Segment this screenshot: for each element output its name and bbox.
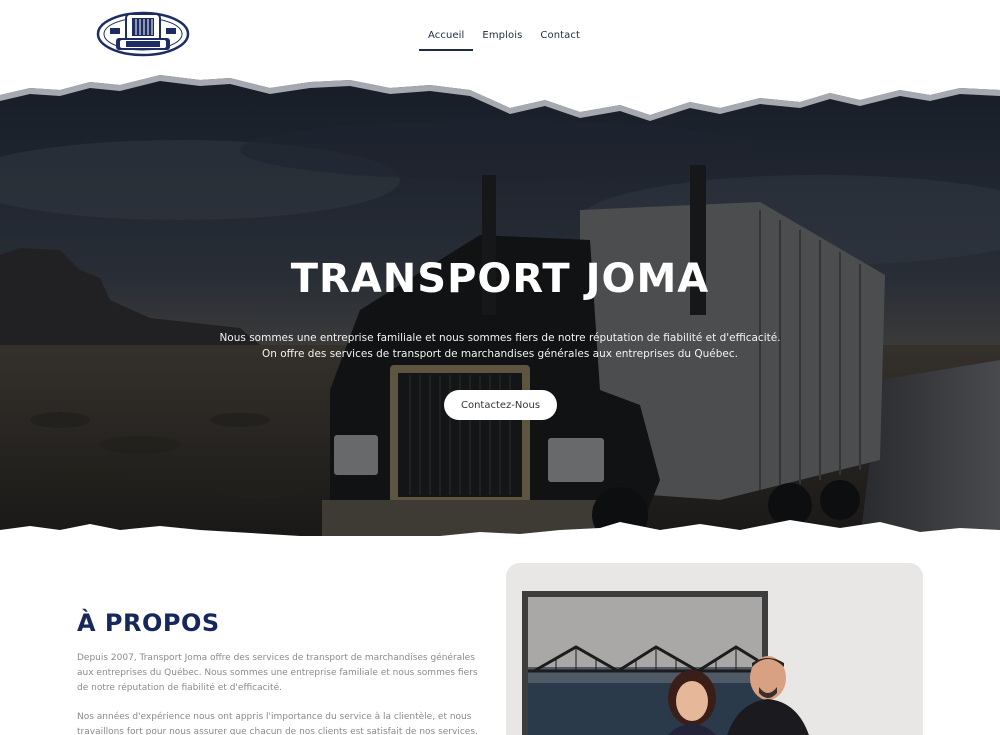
nav-item-accueil[interactable]: Accueil bbox=[419, 24, 474, 51]
owners-photo bbox=[506, 563, 923, 735]
page: TRANSPORT JOMA Nous sommes une entrepris… bbox=[0, 0, 1000, 735]
about-title: À PROPOS bbox=[77, 609, 220, 637]
transport-joma-logo[interactable] bbox=[96, 8, 190, 58]
hero-title: TRANSPORT JOMA bbox=[290, 256, 710, 302]
about-paragraph-1: Depuis 2007, Transport Joma offre des se… bbox=[77, 653, 478, 693]
hero-tagline-line-2: On offre des services de transport de ma… bbox=[261, 348, 739, 360]
nav-item-emplois[interactable]: Emplois bbox=[473, 24, 531, 51]
main-navigation: Accueil Emplois Contact bbox=[419, 24, 589, 51]
site-header: Accueil Emplois Contact bbox=[0, 0, 1000, 75]
hero-tagline-line-1: Nous sommes une entreprise familiale et … bbox=[219, 332, 781, 344]
contact-us-button[interactable]: Contactez-Nous bbox=[444, 390, 557, 420]
about-paragraph-2: Nos années d'expérience nous ont appris … bbox=[77, 712, 478, 735]
hero-section: TRANSPORT JOMA Nous sommes une entrepris… bbox=[0, 60, 1000, 540]
owners-photo-image bbox=[506, 563, 923, 735]
nav-item-contact[interactable]: Contact bbox=[531, 24, 589, 51]
